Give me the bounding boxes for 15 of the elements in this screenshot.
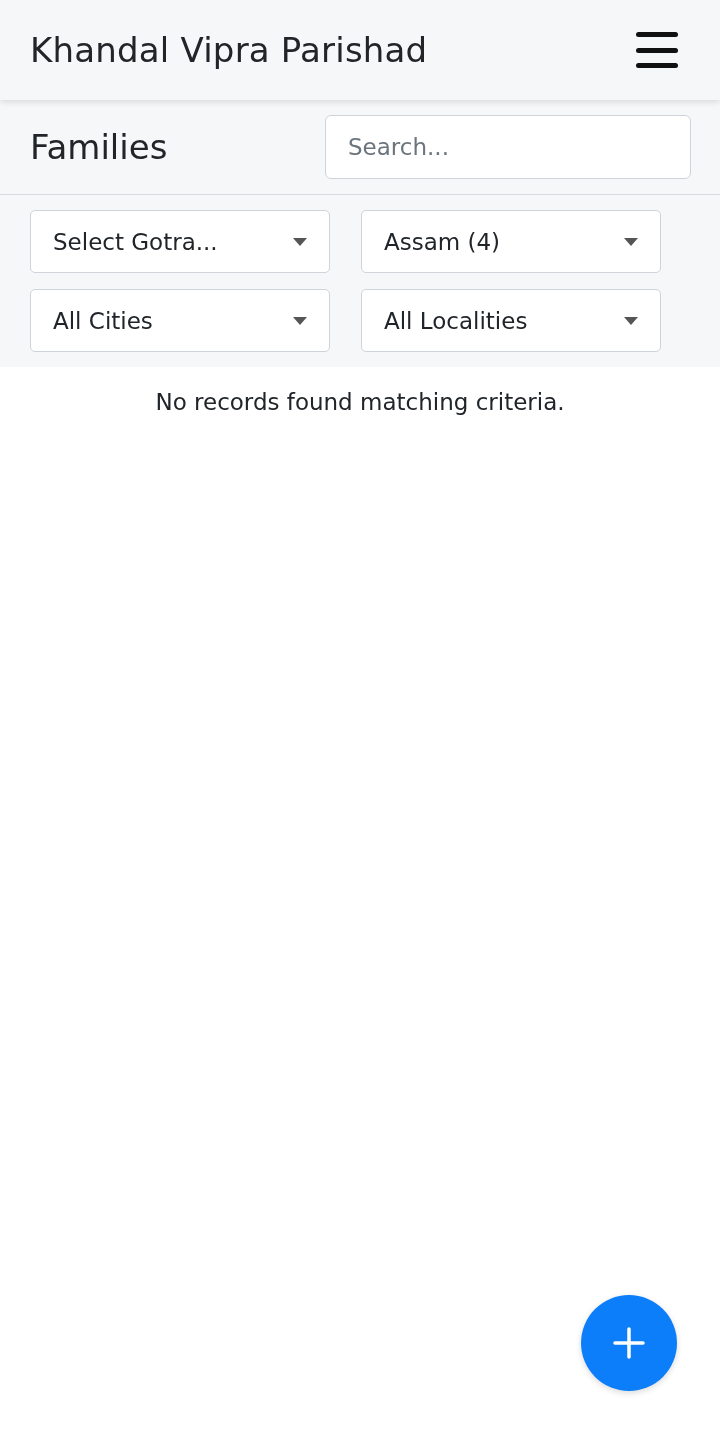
filter-dropdown[interactable]: All Cities xyxy=(30,289,330,352)
search-field[interactable]: Search... xyxy=(325,115,691,179)
page-title: Families xyxy=(30,127,168,167)
caret-icon xyxy=(624,237,638,246)
caret-icon xyxy=(624,316,638,325)
filter-dropdown[interactable]: All Localities xyxy=(361,289,661,352)
plus-icon xyxy=(613,1327,645,1359)
filter-dropdown[interactable]: Select Gotra... xyxy=(30,210,330,273)
menu-button[interactable] xyxy=(636,32,678,68)
caret-icon xyxy=(293,237,307,246)
app-title: Khandal Vipra Parishad xyxy=(30,30,428,70)
filter-dropdown[interactable]: Assam (4) xyxy=(361,210,661,273)
empty-message: No records found matching criteria. xyxy=(154,389,566,415)
caret-icon xyxy=(293,316,307,325)
add-button[interactable] xyxy=(581,1295,677,1391)
